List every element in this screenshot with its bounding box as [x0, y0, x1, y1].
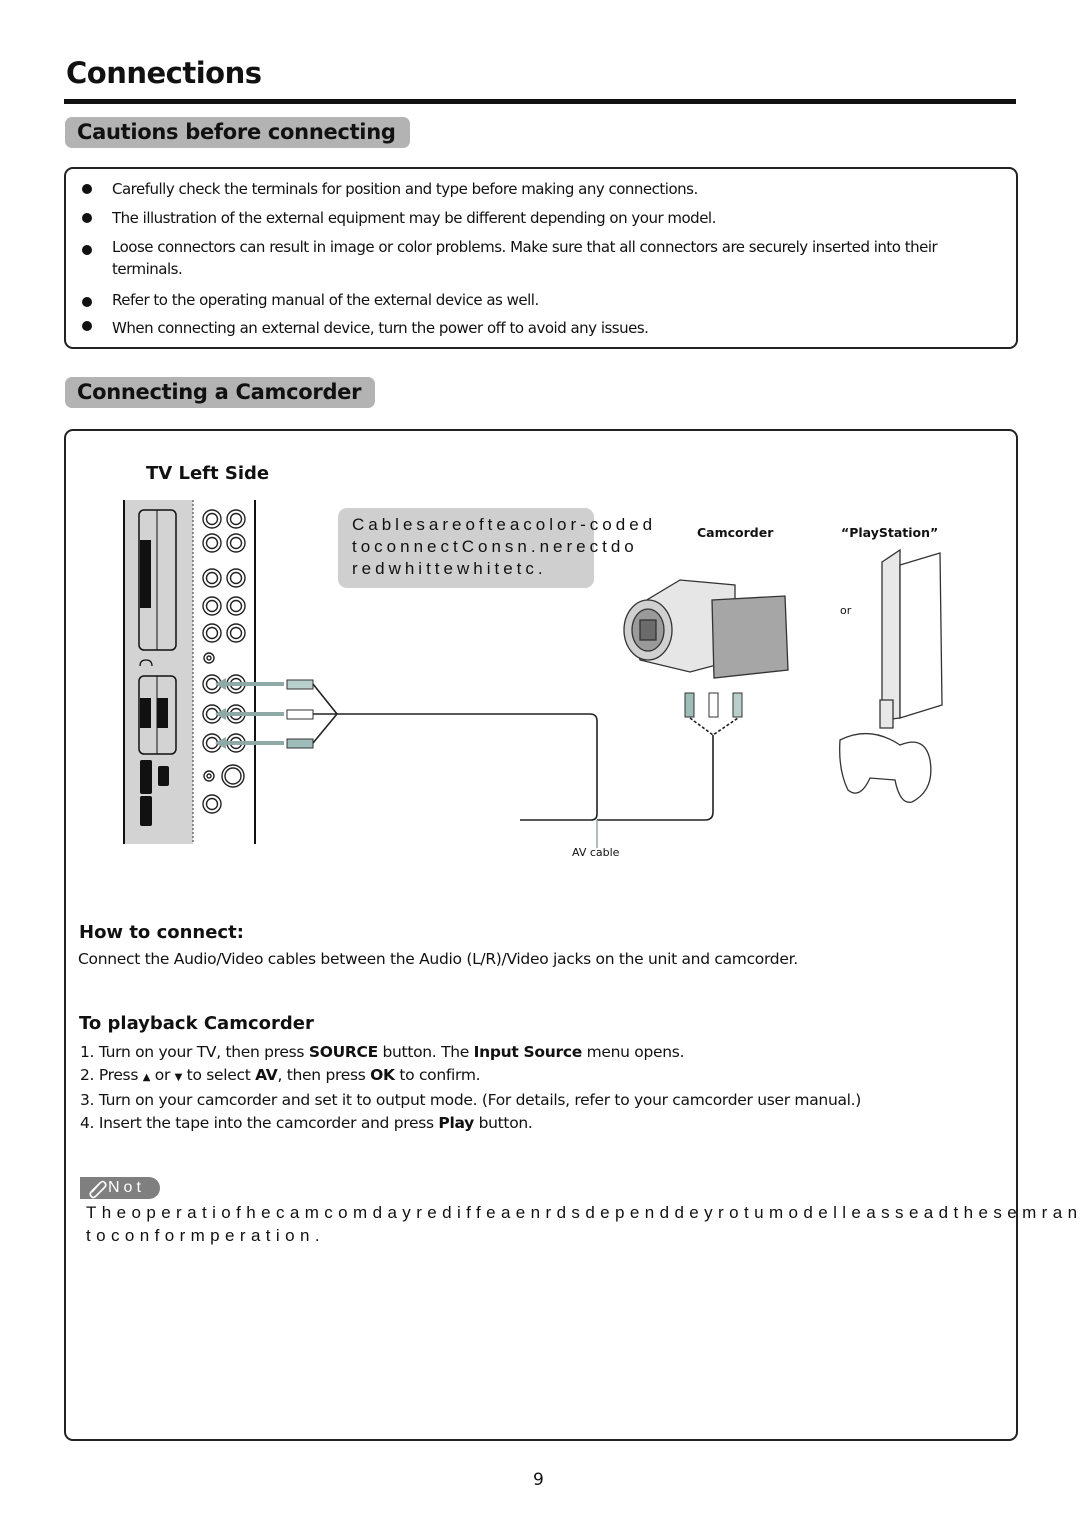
playstation-illustration	[839, 548, 943, 803]
page-number: 9	[533, 1470, 544, 1490]
playback-step: 2. Press ▲ or ▼ to select AV, then press…	[80, 1065, 481, 1084]
insert-arrows	[215, 678, 284, 749]
av-cable	[312, 683, 739, 848]
jacks	[202, 509, 246, 814]
playback-steps: 1. Turn on your TV, then press SOURCE bu…	[80, 1041, 861, 1134]
rs232-badge	[140, 760, 152, 794]
how-to-connect-text: Connect the Audio/Video cables between t…	[78, 950, 798, 968]
color-coding-callout: Cablesareofteacolor-coded toconnectConsn…	[338, 508, 657, 588]
camcorder-label: Camcorder	[697, 525, 774, 540]
component-in-badge	[140, 540, 151, 608]
playstation-label: “PlayStation”	[841, 525, 939, 540]
av-out-badge	[157, 698, 168, 728]
paperclip-icon	[89, 1180, 107, 1199]
av-cable-label: AV cable	[572, 846, 620, 859]
callout-line: redwhittewhitetc.	[352, 559, 547, 578]
playback-heading: To playback Camcorder	[79, 1013, 314, 1034]
spdif-badge	[140, 796, 152, 826]
note-badge-label: Not	[108, 1179, 145, 1196]
connection-diagram	[123, 500, 943, 848]
rca-plugs-camcorder	[684, 692, 743, 718]
note-line: Theoperatiofhecamcomdayrediffeaenrdsdepe…	[86, 1203, 1080, 1222]
playback-step: 1. Turn on your TV, then press SOURCE bu…	[80, 1043, 685, 1061]
playback-step: 4. Insert the tape into the camcorder an…	[80, 1113, 533, 1132]
or-label: or	[840, 604, 852, 617]
playback-step: 3. Turn on your camcorder and set it to …	[80, 1091, 862, 1109]
callout-line: Cablesareofteacolor-coded	[352, 515, 657, 534]
rf-badge	[158, 766, 169, 786]
rca-plugs-tv	[286, 679, 314, 749]
camcorder-illustration	[623, 579, 789, 679]
note-line: toconformperation.	[86, 1226, 325, 1245]
av-in-badge	[140, 698, 151, 728]
tv-panel-gray-area	[124, 500, 193, 844]
down-arrow-icon: ▼	[174, 1071, 183, 1083]
note-badge: Not	[80, 1177, 160, 1199]
how-to-connect-heading: How to connect:	[79, 922, 244, 943]
callout-line: toconnectConsn.nerectdo	[352, 537, 638, 556]
